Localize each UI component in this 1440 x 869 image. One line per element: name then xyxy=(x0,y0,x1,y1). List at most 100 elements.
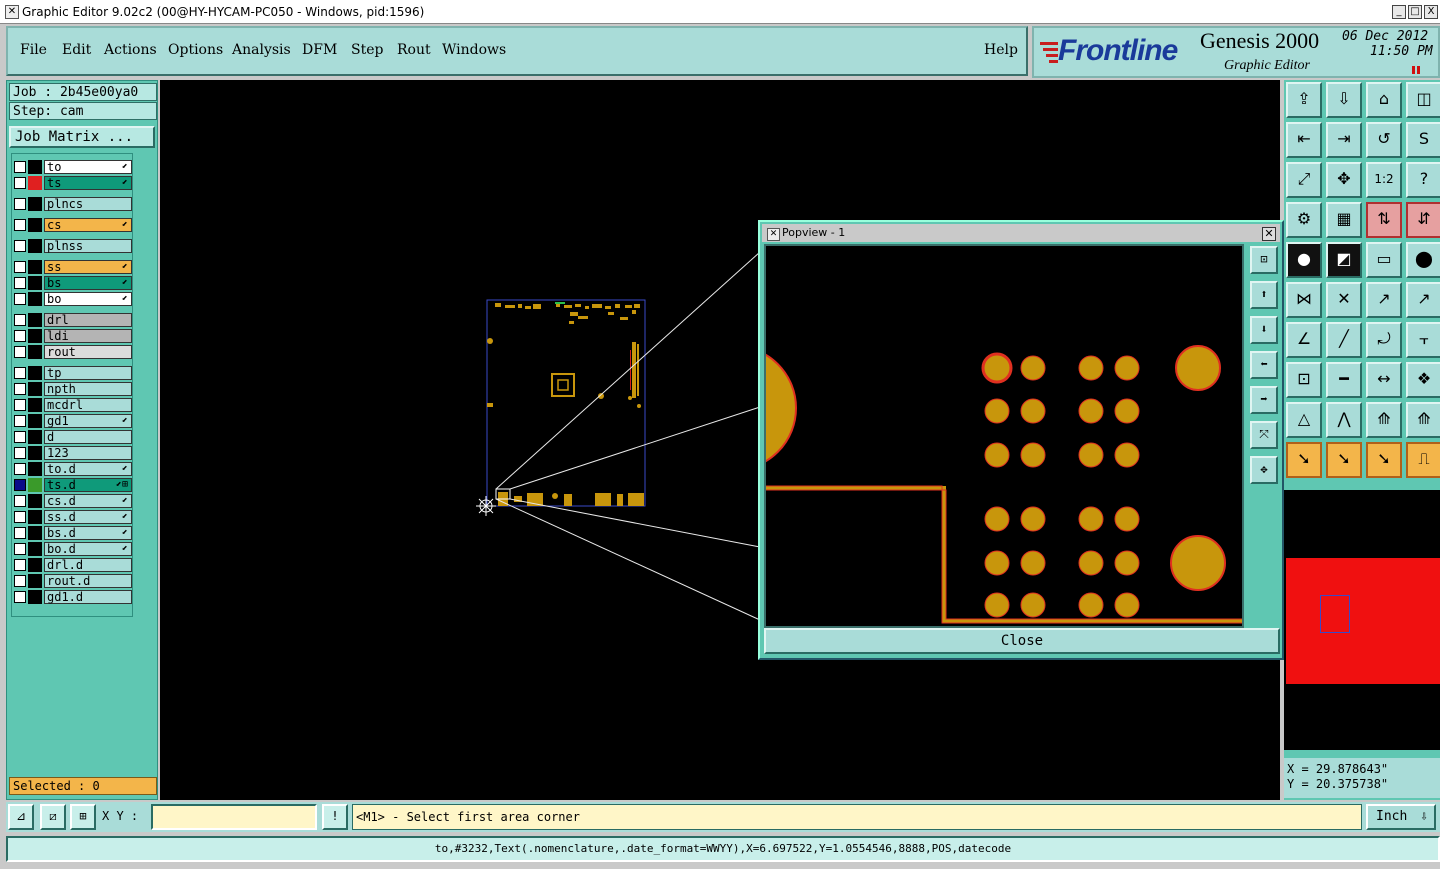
layer-name[interactable]: mcdrl xyxy=(44,398,132,412)
menu-actions[interactable]: Actions xyxy=(104,42,157,58)
tools-icon[interactable]: ⚙ xyxy=(1286,202,1322,238)
popview-zoom-in-icon[interactable]: ✥ xyxy=(1250,456,1278,484)
layer-name[interactable]: d xyxy=(44,430,132,444)
layer-color-swatch[interactable] xyxy=(28,446,42,460)
layer-row[interactable]: bo ⬋ xyxy=(14,292,132,306)
layer-checkbox[interactable] xyxy=(14,346,26,358)
rotate-icon[interactable]: ↺ xyxy=(1366,122,1402,158)
zoom-center-icon[interactable]: ✥ xyxy=(1326,162,1362,198)
layer-row[interactable]: to ⬋ xyxy=(14,160,132,174)
layer-checkbox[interactable] xyxy=(14,431,26,443)
menu-file[interactable]: File xyxy=(20,42,47,58)
layer-row[interactable]: to.d ⬋ xyxy=(14,462,132,476)
overview-map[interactable] xyxy=(1284,490,1440,750)
layer-row[interactable]: gd1.d xyxy=(14,590,132,604)
popview-pan-right-icon[interactable]: ➡ xyxy=(1250,386,1278,414)
layer-checkbox[interactable] xyxy=(14,293,26,305)
layer-color-swatch[interactable] xyxy=(28,276,42,290)
layer-row[interactable]: ts.d ⬋⊞ xyxy=(14,478,132,492)
layer-name[interactable]: ss ⬋ xyxy=(44,260,132,274)
popview-pan-down-icon[interactable]: ⬇ xyxy=(1250,316,1278,344)
layer-color-swatch[interactable] xyxy=(28,260,42,274)
home-icon[interactable]: ⌂ xyxy=(1366,82,1402,118)
layer-name[interactable]: bo ⬋ xyxy=(44,292,132,306)
layer-row[interactable]: d xyxy=(14,430,132,444)
layer-checkbox[interactable] xyxy=(14,261,26,273)
layer-name[interactable]: ts.d ⬋⊞ xyxy=(44,478,132,492)
popview-zoom-out-icon[interactable]: ⤧ xyxy=(1250,421,1278,449)
layer-name[interactable]: drl xyxy=(44,313,132,327)
layer-row[interactable]: mcdrl xyxy=(14,398,132,412)
grid-icon[interactable]: ⊞ xyxy=(70,804,96,830)
layer-checkbox[interactable] xyxy=(14,511,26,523)
layer-color-swatch[interactable] xyxy=(28,526,42,540)
layer-color-swatch[interactable] xyxy=(28,414,42,428)
layer-name[interactable]: ss.d ⬋ xyxy=(44,510,132,524)
layer-checkbox[interactable] xyxy=(14,277,26,289)
layer-checkbox[interactable] xyxy=(14,161,26,173)
layer-color-swatch[interactable] xyxy=(28,574,42,588)
layer-name[interactable]: ts ⬋ xyxy=(44,176,132,190)
measure-icon[interactable]: ⧄ xyxy=(40,804,66,830)
layer-row[interactable]: drl.d xyxy=(14,558,132,572)
layer-row[interactable]: drl xyxy=(14,313,132,327)
horizontal-line-icon[interactable]: ━ xyxy=(1326,362,1362,398)
minimize-button[interactable]: _ xyxy=(1392,5,1406,19)
layer-checkbox[interactable] xyxy=(14,559,26,571)
layer-color-swatch[interactable] xyxy=(28,239,42,253)
layer-name[interactable]: bo.d ⬋ xyxy=(44,542,132,556)
help-icon[interactable]: ? xyxy=(1406,162,1440,198)
layer-row[interactable]: bs ⬋ xyxy=(14,276,132,290)
layer-color-swatch[interactable] xyxy=(28,218,42,232)
layer-row[interactable]: gd1 ⬋ xyxy=(14,414,132,428)
layer-checkbox[interactable] xyxy=(14,367,26,379)
layer-name[interactable]: plncs xyxy=(44,197,132,211)
triangle-icon[interactable]: △ xyxy=(1286,402,1322,438)
arrow-up-icon[interactable]: ⟰ xyxy=(1366,402,1402,438)
menu-edit[interactable]: Edit xyxy=(62,42,91,58)
layer-color-swatch[interactable] xyxy=(28,329,42,343)
layer-checkbox[interactable] xyxy=(14,198,26,210)
close-window-button[interactable]: X xyxy=(1424,5,1438,19)
open-step-icon[interactable]: ⇪ xyxy=(1286,82,1322,118)
menu-windows[interactable]: Windows xyxy=(442,42,506,58)
layer-row[interactable]: cs.d ⬋ xyxy=(14,494,132,508)
layer-color-swatch[interactable] xyxy=(28,494,42,508)
layer-color-swatch[interactable] xyxy=(28,382,42,396)
popview-close-button[interactable]: Close xyxy=(764,628,1280,654)
line-icon[interactable]: ╱ xyxy=(1326,322,1362,358)
snap-icon[interactable]: ⊿ xyxy=(8,804,34,830)
snake-icon[interactable]: S xyxy=(1406,122,1440,158)
layer-row[interactable]: cs ⬋ xyxy=(14,218,132,232)
layer-row[interactable]: plncs xyxy=(14,197,132,211)
layer-color-swatch[interactable] xyxy=(28,430,42,444)
layer-row[interactable]: bs.d ⬋ xyxy=(14,526,132,540)
layer-checkbox[interactable] xyxy=(14,415,26,427)
layer-down-icon[interactable]: ⇵ xyxy=(1406,202,1440,238)
layer-name[interactable]: drl.d xyxy=(44,558,132,572)
layer-color-swatch[interactable] xyxy=(28,197,42,211)
popview-pan-up-icon[interactable]: ⬆ xyxy=(1250,281,1278,309)
layer-name[interactable]: rout xyxy=(44,345,132,359)
layer-color-swatch[interactable] xyxy=(28,345,42,359)
pointer-route-icon[interactable]: ⎍ xyxy=(1406,442,1440,478)
popview-canvas[interactable] xyxy=(764,244,1244,628)
group-icon[interactable]: ❖ xyxy=(1406,362,1440,398)
layer-color-swatch[interactable] xyxy=(28,590,42,604)
layer-name[interactable]: bs.d ⬋ xyxy=(44,526,132,540)
layer-name[interactable]: bs ⬋ xyxy=(44,276,132,290)
layer-name[interactable]: cs ⬋ xyxy=(44,218,132,232)
popview-pan-left-icon[interactable]: ⬅ xyxy=(1250,351,1278,379)
layer-row[interactable]: rout.d xyxy=(14,574,132,588)
layer-row[interactable]: ss ⬋ xyxy=(14,260,132,274)
layer-color-swatch[interactable] xyxy=(28,176,42,190)
layer-checkbox[interactable] xyxy=(14,383,26,395)
layer-color-swatch[interactable] xyxy=(28,558,42,572)
pointer-area-icon[interactable]: ➘ xyxy=(1366,442,1402,478)
layer-row[interactable]: ldi xyxy=(14,329,132,343)
angle-icon[interactable]: ∠ xyxy=(1286,322,1322,358)
layer-row[interactable]: ts ⬋ xyxy=(14,176,132,190)
save-icon[interactable]: ⇩ xyxy=(1326,82,1362,118)
unit-selector[interactable]: Inch ⇩ xyxy=(1366,804,1436,830)
layer-color-swatch[interactable] xyxy=(28,292,42,306)
